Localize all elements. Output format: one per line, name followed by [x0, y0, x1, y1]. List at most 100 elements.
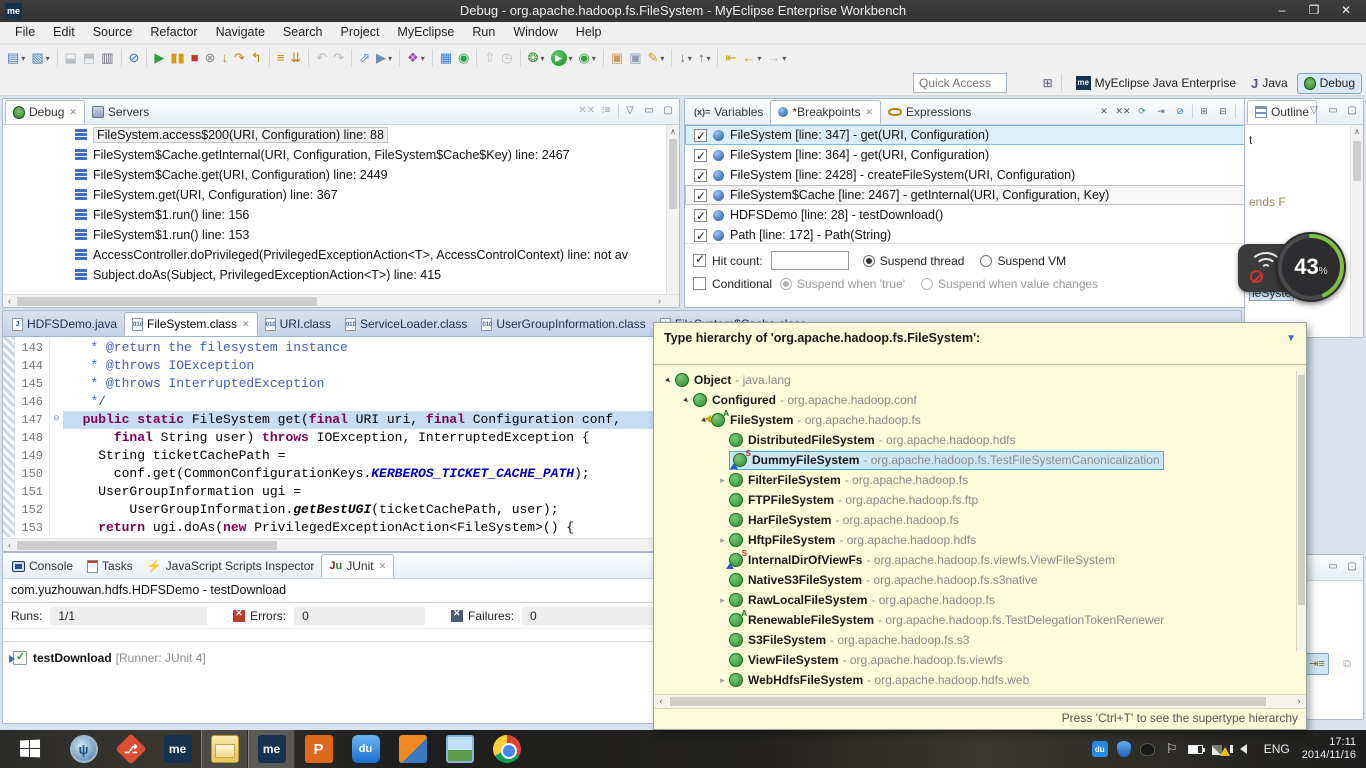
- test-result-row[interactable]: testDownload [Runner: JUnit 4]: [13, 648, 679, 668]
- type-hierarchy-row[interactable]: FTPFileSystem- org.apache.hadoop.fs.ftp: [654, 490, 1306, 510]
- stack-frame[interactable]: Subject.doAs(Subject, PrivilegedExceptio…: [3, 265, 679, 285]
- quick-access-input[interactable]: [913, 73, 1007, 93]
- type-hierarchy-row[interactable]: SDummyFileSystem- org.apache.hadoop.fs.T…: [654, 450, 1306, 470]
- battery-tray-icon[interactable]: [1184, 730, 1208, 768]
- tab-tasks[interactable]: Tasks: [80, 554, 140, 578]
- scroll-left-arrow[interactable]: ‹: [3, 539, 16, 552]
- menu-edit[interactable]: Edit: [44, 22, 84, 42]
- breakpoint-checkbox[interactable]: [694, 169, 707, 182]
- menu-run[interactable]: Run: [463, 22, 504, 42]
- scrollbar-thumb[interactable]: [1353, 141, 1361, 181]
- scrollbar-thumb[interactable]: [17, 297, 317, 306]
- tab-usergroupinformation-class[interactable]: 010UserGroupInformation.class: [474, 312, 652, 336]
- dropdown-caret[interactable]: ▾: [21, 54, 25, 63]
- close-tab-icon[interactable]: ✕: [242, 319, 250, 330]
- debug-button[interactable]: ❂▾: [526, 47, 547, 69]
- skip-all-breakpoints-button[interactable]: ⊘: [127, 47, 142, 69]
- battery-overlay-widget[interactable]: 43%: [1238, 232, 1346, 304]
- remove-breakpoint-button[interactable]: ✕: [1096, 103, 1112, 119]
- schedule-button[interactable]: ◷: [499, 47, 514, 69]
- stack-frame[interactable]: FileSystem.access$200(URI, Configuration…: [3, 125, 679, 145]
- security-shield-tray-icon[interactable]: [1112, 730, 1136, 768]
- run-button[interactable]: ▶▾: [549, 47, 575, 69]
- last-edit-location-button[interactable]: ⇤: [723, 47, 738, 69]
- view-menu-button[interactable]: ▽: [1306, 103, 1322, 119]
- dropdown-caret[interactable]: ▾: [688, 54, 692, 63]
- new-java-project-button[interactable]: ▧▾: [29, 47, 51, 69]
- breakpoint-checkbox[interactable]: [694, 149, 707, 162]
- resume-button[interactable]: ▶: [152, 47, 166, 69]
- tab-serviceloader-class[interactable]: 010ServiceLoader.class: [338, 312, 474, 336]
- popup-vertical-scrollbar[interactable]: [1296, 371, 1306, 651]
- type-hierarchy-row[interactable]: ▸AFileSystem- org.apache.hadoop.fs: [654, 410, 1306, 430]
- maximize-view-button[interactable]: ▢: [660, 103, 676, 119]
- go-to-file-button[interactable]: ⇥: [1153, 103, 1169, 119]
- stack-frame[interactable]: FileSystem$Cache.getInternal(URI, Config…: [3, 145, 679, 165]
- photo-viewer-app[interactable]: [436, 730, 483, 768]
- step-into-button[interactable]: ↓: [220, 47, 231, 69]
- satellite-tray-icon[interactable]: [1136, 730, 1160, 768]
- tab-debug[interactable]: Debug✕: [5, 100, 85, 124]
- battery-percent-dial[interactable]: 43%: [1276, 232, 1346, 302]
- save-button[interactable]: ⬓: [63, 47, 79, 69]
- suspend-true-radio[interactable]: [780, 278, 792, 290]
- next-annotation-button[interactable]: ↓▾: [677, 47, 694, 69]
- maximize-view-button[interactable]: ▢: [1344, 103, 1360, 119]
- dropdown-caret[interactable]: ▾: [388, 54, 392, 63]
- perspective-myeclipse[interactable]: meMyEclipse Java Enterprise: [1070, 73, 1242, 94]
- dropdown-caret[interactable]: ▾: [541, 54, 545, 63]
- dropdown-caret[interactable]: ▾: [660, 54, 664, 63]
- step-over-button[interactable]: ↷: [232, 47, 247, 69]
- tree-expand-icon[interactable]: ▸: [716, 595, 729, 606]
- debug-vertical-scrollbar[interactable]: ∧: [666, 125, 679, 294]
- back-history-button[interactable]: ←▾: [740, 47, 763, 69]
- vmware-app[interactable]: [389, 730, 436, 768]
- breakpoint-checkbox[interactable]: [694, 229, 707, 242]
- scroll-left-arrow[interactable]: ‹: [654, 695, 668, 708]
- type-hierarchy-row[interactable]: ▸FilterFileSystem- org.apache.hadoop.fs: [654, 470, 1306, 490]
- close-button[interactable]: ✕: [1330, 0, 1362, 22]
- tab-variables[interactable]: (x)=Variables: [687, 100, 770, 124]
- type-hierarchy-row[interactable]: ▸Configured- org.apache.hadoop.conf: [654, 390, 1306, 410]
- disconnect-button[interactable]: ⊗: [203, 47, 218, 69]
- stack-frame[interactable]: FileSystem.get(URI, Configuration) line:…: [3, 185, 679, 205]
- open-resource-button[interactable]: ▣: [627, 47, 643, 69]
- dropdown-caret[interactable]: ▾: [421, 54, 425, 63]
- tab--breakpoints[interactable]: *Breakpoints✕: [770, 100, 881, 124]
- save-all-button[interactable]: ⬒: [81, 47, 97, 69]
- type-hierarchy-row[interactable]: SInternalDirOfViewFs- org.apache.hadoop.…: [654, 550, 1306, 570]
- maximize-view-button[interactable]: ▢: [1344, 559, 1360, 575]
- file-explorer-app[interactable]: [201, 730, 248, 768]
- highlighter-button[interactable]: ✎▾: [646, 47, 667, 69]
- suspend-button[interactable]: ▮▮: [168, 47, 186, 69]
- type-hierarchy-row[interactable]: ARenewableFileSystem- org.apache.hadoop.…: [654, 610, 1306, 630]
- git-app[interactable]: ⎇: [107, 730, 154, 768]
- myeclipse-active-app[interactable]: me: [248, 730, 295, 768]
- new-wizard-button[interactable]: ▤▾: [5, 47, 27, 69]
- stack-frame[interactable]: FileSystem$1.run() line: 153: [3, 225, 679, 245]
- scroll-left-arrow[interactable]: ‹: [3, 295, 16, 307]
- collapse-all-button[interactable]: ⊟: [1215, 103, 1231, 119]
- myeclipse-dashboard-button[interactable]: ▦: [438, 47, 454, 69]
- palette-button[interactable]: ❖▾: [405, 47, 427, 69]
- menu-help[interactable]: Help: [567, 22, 611, 42]
- perspective-debug[interactable]: Debug: [1297, 73, 1362, 94]
- scroll-up-arrow[interactable]: ∧: [1351, 125, 1363, 138]
- stack-frame[interactable]: FileSystem$1.run() line: 156: [3, 205, 679, 225]
- tree-expand-icon[interactable]: ▸: [716, 535, 729, 546]
- tree-expand-icon[interactable]: ▸: [716, 675, 729, 686]
- breakpoint-checkbox[interactable]: [694, 209, 707, 222]
- terminate-button[interactable]: ■: [189, 47, 201, 69]
- minimize-view-button[interactable]: ▭: [641, 103, 657, 119]
- network-warning-icon[interactable]: [1208, 730, 1232, 768]
- stack-frame[interactable]: AccessController.doPrivileged(Privileged…: [3, 245, 679, 265]
- tab-console[interactable]: Console: [5, 554, 80, 578]
- baidu-music-app[interactable]: du: [342, 730, 389, 768]
- sourcetree-app[interactable]: ψ: [60, 730, 107, 768]
- debug-horizontal-scrollbar[interactable]: ‹ ›: [3, 294, 679, 307]
- menu-source[interactable]: Source: [84, 22, 142, 42]
- view-menu-button[interactable]: ▽: [622, 103, 638, 119]
- scroll-right-arrow[interactable]: ›: [653, 295, 666, 307]
- maximize-button[interactable]: ❐: [1298, 0, 1330, 22]
- menu-search[interactable]: Search: [274, 22, 332, 42]
